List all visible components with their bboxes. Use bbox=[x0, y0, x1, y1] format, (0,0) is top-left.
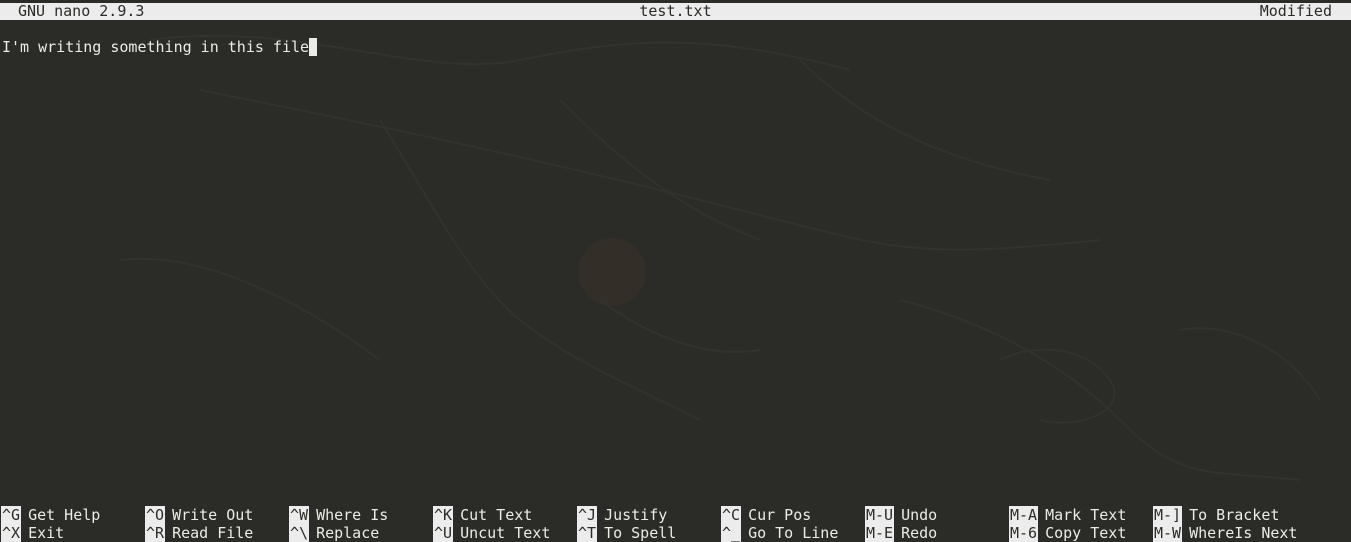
text-cursor bbox=[309, 38, 318, 56]
shortcut-to-spell[interactable]: ^T To Spell bbox=[577, 524, 676, 542]
shortcut-label: Mark Text bbox=[1045, 506, 1127, 524]
shortcut-label: Get Help bbox=[28, 506, 101, 524]
shortcut-go-to-line[interactable]: ^_ Go To Line bbox=[721, 524, 838, 542]
shortcut-undo[interactable]: M-U Undo bbox=[865, 506, 937, 524]
shortcut-key: ^O bbox=[145, 506, 166, 524]
shortcut-label: Where Is bbox=[316, 506, 389, 524]
shortcut-key: ^X bbox=[1, 524, 22, 542]
shortcut-get-help[interactable]: ^G Get Help bbox=[1, 506, 100, 524]
shortcut-to-bracket[interactable]: M-] To Bracket bbox=[1153, 506, 1279, 524]
shortcut-key: ^R bbox=[145, 524, 166, 542]
text-editor-area[interactable]: I'm writing something in this file bbox=[2, 38, 318, 56]
shortcut-label: Justify bbox=[604, 506, 668, 524]
shortcut-whereis-next[interactable]: M-W WhereIs Next bbox=[1153, 524, 1297, 542]
shortcut-redo[interactable]: M-E Redo bbox=[865, 524, 937, 542]
shortcut-mark-text[interactable]: M-A Mark Text bbox=[1009, 506, 1126, 524]
shortcut-read-file[interactable]: ^R Read File bbox=[145, 524, 253, 542]
shortcut-label: To Spell bbox=[604, 524, 677, 542]
shortcut-label: Exit bbox=[28, 524, 65, 542]
shortcut-bar: ^G Get Help ^O Write Out ^W Where Is ^K Cut … bbox=[0, 506, 1351, 542]
shortcut-write-out[interactable]: ^O Write Out bbox=[145, 506, 253, 524]
shortcut-copy-text[interactable]: M-6 Copy Text bbox=[1009, 524, 1126, 542]
shortcut-uncut-text[interactable]: ^U Uncut Text bbox=[433, 524, 550, 542]
shortcut-label: WhereIs Next bbox=[1189, 524, 1298, 542]
shortcut-key: ^K bbox=[433, 506, 454, 524]
shortcut-key: M-A bbox=[1009, 506, 1039, 524]
shortcut-key: M-] bbox=[1153, 506, 1183, 524]
terminal-background-art bbox=[119, 34, 1321, 481]
shortcut-key: ^T bbox=[577, 524, 598, 542]
shortcut-label: Cut Text bbox=[460, 506, 533, 524]
shortcut-label: Read File bbox=[172, 524, 254, 542]
shortcut-label: Copy Text bbox=[1045, 524, 1127, 542]
shortcut-label: Write Out bbox=[172, 506, 254, 524]
shortcut-cut-text[interactable]: ^K Cut Text bbox=[433, 506, 532, 524]
shortcut-label: Redo bbox=[901, 524, 938, 542]
shortcut-key: ^G bbox=[1, 506, 22, 524]
shortcut-where-is[interactable]: ^W Where Is bbox=[289, 506, 388, 524]
shortcut-cur-pos[interactable]: ^C Cur Pos bbox=[721, 506, 811, 524]
shortcut-label: Cur Pos bbox=[748, 506, 812, 524]
file-name: test.txt bbox=[639, 2, 712, 20]
editor-line-1[interactable]: I'm writing something in this file bbox=[2, 38, 309, 56]
shortcut-key: M-6 bbox=[1009, 524, 1039, 542]
shortcut-justify[interactable]: ^J Justify bbox=[577, 506, 667, 524]
shortcut-key: ^W bbox=[289, 506, 310, 524]
shortcut-key: ^\ bbox=[289, 524, 310, 542]
title-bar: GNU nano 2.9.3 test.txt Modified bbox=[0, 3, 1351, 20]
shortcut-key: ^U bbox=[433, 524, 454, 542]
shortcut-replace[interactable]: ^\ Replace bbox=[289, 524, 379, 542]
shortcut-key: M-U bbox=[865, 506, 895, 524]
shortcut-label: Uncut Text bbox=[460, 524, 551, 542]
shortcut-exit[interactable]: ^X Exit bbox=[1, 524, 64, 542]
shortcut-key: M-W bbox=[1153, 524, 1183, 542]
shortcut-key: ^C bbox=[721, 506, 742, 524]
shortcut-key: ^J bbox=[577, 506, 598, 524]
shortcut-label: To Bracket bbox=[1189, 506, 1280, 524]
shortcut-key: ^_ bbox=[721, 524, 742, 542]
modified-status: Modified bbox=[1259, 2, 1332, 20]
shortcut-label: Replace bbox=[316, 524, 380, 542]
shortcut-label: Undo bbox=[901, 506, 938, 524]
shortcut-key: M-E bbox=[865, 524, 895, 542]
shortcut-label: Go To Line bbox=[748, 524, 839, 542]
